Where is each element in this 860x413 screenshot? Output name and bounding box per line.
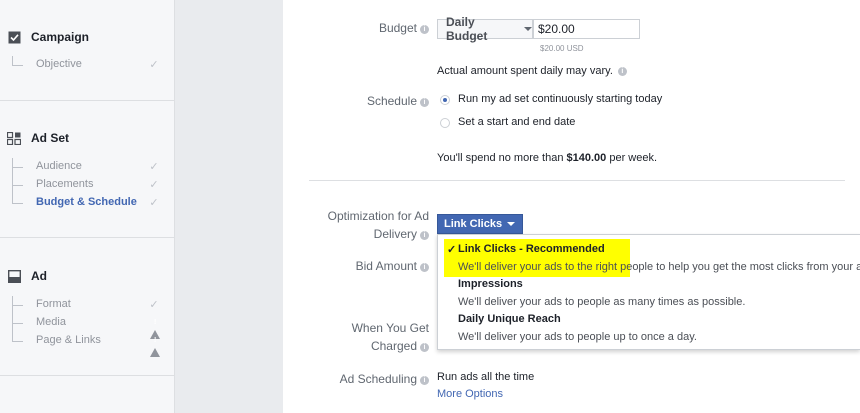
option-title: Impressions <box>458 278 523 290</box>
more-options-link[interactable]: More Options <box>437 388 503 400</box>
tree-connector <box>12 166 23 186</box>
sidebar-campaign-title: Campaign <box>31 30 90 44</box>
info-icon[interactable]: i <box>617 67 627 76</box>
schedule-continuous-radio[interactable] <box>440 95 450 105</box>
sidebar-item-placements[interactable]: Placements ✓ <box>12 166 160 194</box>
charged-label-line1: When You Get <box>351 321 429 335</box>
info-icon[interactable]: i <box>420 231 429 240</box>
grid-icon <box>7 131 21 145</box>
optimization-dropdown-button[interactable]: Link Clicks <box>437 214 523 234</box>
schedule-label-text: Schedule <box>366 94 417 108</box>
warning-icon <box>148 335 160 357</box>
sidebar-ad-title: Ad <box>31 269 47 283</box>
tree-connector <box>12 322 23 342</box>
sidebar-item-format[interactable]: Format ✓ <box>12 296 160 314</box>
optimization-selected-value: Link Clicks <box>444 218 503 230</box>
checkbox-icon <box>7 30 21 44</box>
sidebar-campaign-header[interactable]: Campaign <box>7 30 89 44</box>
weekly-spend-summary: You'll spend no more than $140.00 per we… <box>437 152 657 164</box>
info-icon[interactable]: i <box>420 343 429 352</box>
ad-scheduling-value: Run ads all the time <box>437 371 535 383</box>
sidebar-section-campaign: Campaign Objective ✓ <box>0 0 174 101</box>
sidebar-adset-header[interactable]: Ad Set <box>7 131 69 145</box>
sidebar-adset-title: Ad Set <box>31 131 70 145</box>
bid-amount-label: Bid Amount i <box>356 257 429 275</box>
section-divider <box>309 180 845 181</box>
tree-connector <box>12 184 23 204</box>
budget-label-text: Budget <box>378 21 417 35</box>
chevron-down-icon <box>524 27 532 31</box>
budget-amount-hint: $20.00 USD <box>540 44 584 53</box>
info-icon[interactable]: i <box>420 98 429 107</box>
ad-square-icon <box>7 269 21 283</box>
charged-label-line2: Charged i <box>371 337 429 355</box>
sidebar: Campaign Objective ✓ Ad Set Audience ✓ P… <box>0 0 175 413</box>
optimization-label-text: Delivery <box>373 227 417 241</box>
checkmark-icon: ✓ <box>149 299 159 311</box>
sidebar-ad-header[interactable]: Ad <box>7 269 47 283</box>
tree-connector <box>12 56 23 66</box>
weekly-spend-amount: $140.00 <box>566 152 607 164</box>
option-description: We'll deliver your ads to the right peop… <box>458 261 860 273</box>
checkmark-icon: ✓ <box>149 179 159 191</box>
ad-scheduling-label-text: Ad Scheduling <box>339 372 417 386</box>
bid-amount-label-text: Bid Amount <box>355 259 417 273</box>
option-title: Daily Unique Reach <box>458 313 561 325</box>
charged-label-text: Charged <box>370 339 417 353</box>
sidebar-item-budget-schedule[interactable]: Budget & Schedule ✓ <box>12 184 160 212</box>
weekly-spend-prefix: You'll spend no more than <box>437 152 567 164</box>
chevron-down-icon <box>507 222 516 226</box>
sidebar-item-label: Media <box>36 316 66 328</box>
checkmark-icon: ✓ <box>149 197 159 209</box>
warning-icon <box>148 317 160 339</box>
weekly-spend-suffix: per week. <box>606 152 658 164</box>
sidebar-item-label: Audience <box>36 160 82 172</box>
sidebar-item-label: Budget & Schedule <box>36 196 137 208</box>
budget-type-dropdown[interactable]: Daily Budget <box>437 15 533 43</box>
option-description: We'll deliver your ads to people up to o… <box>458 331 697 343</box>
budget-note-text: Actual amount spent daily may vary. <box>437 65 613 77</box>
sidebar-item-label: Placements <box>36 178 94 190</box>
info-icon[interactable]: i <box>420 376 429 385</box>
main-panel: Budgeti Daily Budget $20.00 USD Actual a… <box>283 0 860 413</box>
sidebar-item-audience[interactable]: Audience ✓ <box>12 158 160 176</box>
schedule-start-end-label[interactable]: Set a start and end date <box>458 116 575 128</box>
sidebar-item-label: Objective <box>36 58 82 70</box>
option-description: We'll deliver your ads to people as many… <box>458 296 746 308</box>
sidebar-item-media[interactable]: Media <box>12 304 160 339</box>
info-icon[interactable]: i <box>420 263 429 272</box>
optimization-dropdown-menu: ✓ Link Clicks - Recommended We'll delive… <box>437 234 860 350</box>
budget-type-value: Daily Budget <box>446 15 488 43</box>
budget-note: Actual amount spent daily may vary. i <box>437 65 627 77</box>
budget-amount-input[interactable] <box>533 19 640 39</box>
optimization-label-line1: Optimization for Ad <box>327 209 429 223</box>
budget-label: Budget i <box>379 19 429 37</box>
ad-scheduling-label: Ad Scheduling i <box>340 370 429 388</box>
sidebar-section-adset: Ad Set Audience ✓ Placements ✓ Budget & … <box>0 101 174 238</box>
checkmark-icon: ✓ <box>149 59 159 71</box>
checkmark-icon: ✓ <box>149 161 159 173</box>
option-title: Link Clicks - Recommended <box>458 243 605 255</box>
sidebar-item-page-links[interactable]: Page & Links <box>12 322 160 357</box>
sidebar-section-ad: Ad Format ✓ Media Page & Links <box>0 238 174 376</box>
sidebar-item-objective[interactable]: Objective ✓ <box>12 56 160 74</box>
sidebar-item-label: Format <box>36 298 71 310</box>
schedule-continuous-label[interactable]: Run my ad set continuously starting toda… <box>458 93 662 105</box>
schedule-start-end-radio[interactable] <box>440 118 450 128</box>
sidebar-item-label: Page & Links <box>36 334 101 346</box>
schedule-label: Schedule i <box>367 92 429 110</box>
info-icon[interactable]: i <box>420 25 429 34</box>
optimization-label-line2: Delivery i <box>374 225 429 243</box>
checkmark-icon: ✓ <box>447 244 457 256</box>
tree-connector <box>12 304 23 324</box>
